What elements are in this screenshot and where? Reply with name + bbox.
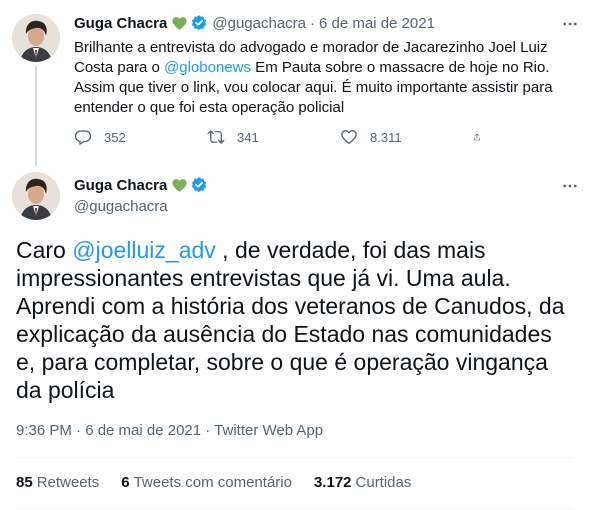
like-count: 8.311 (370, 129, 402, 145)
retweets-stat[interactable]: 85 Retweets (16, 474, 99, 491)
like-icon (341, 130, 357, 145)
retweet-count: 341 (237, 129, 259, 145)
reply-button[interactable]: 352 (74, 128, 207, 146)
quotes-stat[interactable]: 6 Tweets com comentário (121, 474, 292, 491)
author-name[interactable]: Guga Chacra (74, 15, 167, 32)
tweet-stats: 85 Retweets 6 Tweets com comentário 3.172 C… (16, 474, 433, 491)
avatar-image (12, 14, 60, 62)
tweet2-header: Guga Chacra (74, 176, 208, 194)
likes-count: 3.172 (313, 474, 352, 491)
more-icon[interactable] (558, 12, 582, 36)
author-handle[interactable]: @gugachacra (212, 15, 306, 32)
author-name[interactable]: Guga Chacra (74, 177, 167, 194)
green-heart-icon (171, 15, 188, 32)
reply-icon (74, 130, 92, 145)
retweets-label: Retweets (36, 474, 100, 491)
likes-label: Curtidas (355, 474, 412, 491)
avatar[interactable] (12, 14, 60, 62)
verified-badge-icon (190, 176, 208, 194)
reply-count: 352 (104, 129, 126, 145)
tweet-timestamp[interactable]: 9:36 PM · 6 de mai de 2021 · Twitter Web… (16, 422, 323, 439)
quotes-count: 6 (121, 474, 130, 491)
green-heart-icon (171, 177, 188, 194)
verified-badge-icon (190, 14, 208, 32)
main-tweet-text: Caro @joelluiz_adv , de verdade, foi das… (16, 236, 576, 404)
share-icon (474, 133, 480, 141)
tweet-actions: 352 341 8.311 (74, 128, 544, 146)
retweet-button[interactable]: 341 (207, 128, 340, 146)
thread-line (35, 66, 37, 166)
separator-dot: · (310, 14, 315, 32)
tweet-date[interactable]: 6 de mai de 2021 (319, 15, 435, 32)
like-button[interactable]: 8.311 (340, 128, 473, 146)
more-icon[interactable] (558, 174, 582, 198)
divider (16, 508, 574, 509)
tweet1-header: Guga Chacra @gugachacra · 6 de mai de 20… (74, 14, 435, 32)
avatar[interactable] (12, 172, 60, 220)
tweet-text: Brilhante a entrevista do advogado e mor… (74, 38, 554, 118)
author-handle[interactable]: @gugachacra (74, 198, 168, 215)
share-button[interactable] (473, 128, 493, 146)
retweet-icon (207, 130, 225, 144)
tweet-text-part: Caro (16, 237, 73, 263)
mention-link[interactable]: @globonews (164, 59, 251, 76)
retweets-count: 85 (16, 474, 33, 491)
quotes-label: Tweets com comentário (133, 474, 292, 491)
avatar-image (12, 172, 60, 220)
likes-stat[interactable]: 3.172 Curtidas (314, 474, 411, 491)
divider (16, 457, 574, 458)
mention-link[interactable]: @joelluiz_adv (72, 237, 216, 263)
